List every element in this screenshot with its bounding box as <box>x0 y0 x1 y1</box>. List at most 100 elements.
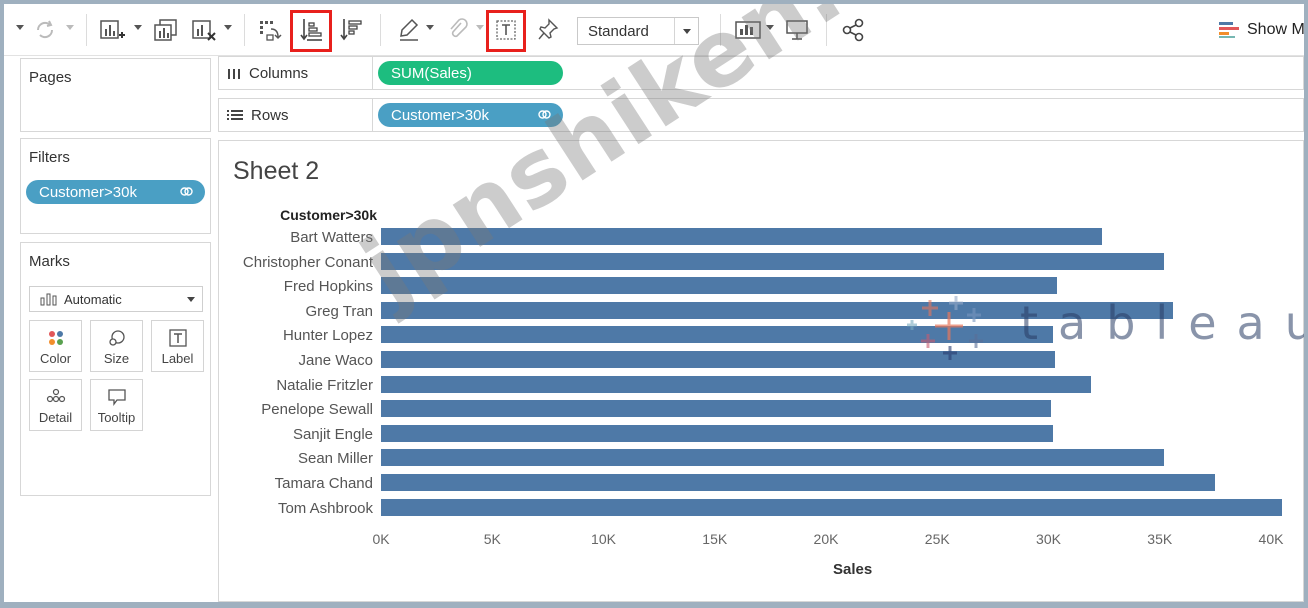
label-label: Label <box>161 351 194 366</box>
set-link-icon <box>180 187 193 196</box>
filter-pill[interactable]: Customer>30k <box>26 180 205 204</box>
mark-type-value: Automatic <box>64 291 122 307</box>
bar[interactable] <box>381 375 1091 393</box>
bar[interactable] <box>381 449 1165 467</box>
x-tick-label: 30K <box>1036 531 1061 547</box>
group-icon[interactable] <box>444 14 472 46</box>
share-icon[interactable] <box>838 14 868 46</box>
label-icon <box>168 329 187 347</box>
worksheet-view: Sheet 2 Customer>30k Sales Bart Watters C… <box>218 140 1304 602</box>
mark-size-value: Standard <box>588 22 649 40</box>
show-me-icon <box>1219 22 1239 38</box>
color-button[interactable]: Color <box>29 320 82 372</box>
rows-pill-label: Customer>30k <box>391 106 489 124</box>
chevron-down-icon[interactable] <box>134 25 142 30</box>
set-link-icon <box>538 110 551 119</box>
refresh-icon[interactable] <box>30 14 60 46</box>
rows-shelf[interactable]: Rows Customer>30k <box>218 98 1304 132</box>
filter-pill-label: Customer>30k <box>39 183 137 201</box>
chevron-down-icon[interactable] <box>224 25 232 30</box>
chevron-down-icon[interactable] <box>66 25 74 30</box>
swap-icon[interactable] <box>254 14 286 46</box>
bar[interactable] <box>381 277 1058 295</box>
mark-size-dropdown[interactable]: Standard <box>577 17 699 45</box>
category-label[interactable]: Bart Watters <box>290 229 373 246</box>
category-label[interactable]: Tamara Chand <box>275 475 373 492</box>
category-label[interactable]: Hunter Lopez <box>283 327 373 344</box>
x-tick-label: 35K <box>1147 531 1173 547</box>
x-tick-label: 40K <box>1258 531 1284 547</box>
tooltip-icon <box>107 389 126 406</box>
pages-card[interactable]: Pages <box>20 58 211 132</box>
bar[interactable] <box>381 351 1056 368</box>
category-label[interactable]: Penelope Sewall <box>261 401 373 418</box>
label-button[interactable]: Label <box>151 320 204 372</box>
show-mark-labels-icon[interactable] <box>492 14 520 46</box>
detail-label: Detail <box>38 410 73 425</box>
detail-button[interactable]: Detail <box>29 379 82 431</box>
duplicate-icon[interactable] <box>150 14 182 46</box>
clear-sheet-icon[interactable] <box>188 14 220 46</box>
x-tick-label: 10K <box>591 531 616 547</box>
category-label[interactable]: Sanjit Engle <box>293 426 373 443</box>
bar[interactable] <box>381 228 1102 245</box>
chevron-down-icon[interactable] <box>766 25 774 30</box>
category-label[interactable]: Sean Miller <box>298 450 373 467</box>
chevron-down-icon[interactable] <box>426 25 434 30</box>
bar[interactable] <box>381 252 1165 270</box>
columns-shelf[interactable]: Columns SUM(Sales) <box>218 56 1304 90</box>
category-label[interactable]: Fred Hopkins <box>284 278 373 295</box>
x-axis-title: Sales <box>833 561 873 578</box>
category-label[interactable]: Tom Ashbrook <box>278 500 373 517</box>
bar[interactable] <box>381 474 1216 491</box>
show-me-button[interactable]: Show M <box>1218 18 1304 42</box>
pin-icon[interactable] <box>534 14 562 46</box>
new-worksheet-icon[interactable] <box>96 14 128 46</box>
chevron-down-icon[interactable] <box>476 25 484 30</box>
mark-type-dropdown[interactable]: Automatic <box>29 286 203 312</box>
rows-icon <box>227 110 243 120</box>
category-label[interactable]: Jane Waco <box>299 352 373 369</box>
size-icon <box>108 330 125 346</box>
chevron-down-icon[interactable] <box>16 25 24 30</box>
x-tick-label: 0K <box>372 531 390 547</box>
category-label[interactable]: Christopher Conant <box>243 254 373 271</box>
bar[interactable] <box>381 400 1051 418</box>
x-tick-label: 5K <box>483 531 501 547</box>
columns-pill-label: SUM(Sales) <box>391 64 472 82</box>
detail-icon <box>46 388 65 403</box>
category-label[interactable]: Natalie Fritzler <box>276 377 373 394</box>
tooltip-button[interactable]: Tooltip <box>90 379 143 431</box>
columns-icon <box>227 67 241 79</box>
rows-pill[interactable]: Customer>30k <box>378 103 563 127</box>
size-label: Size <box>103 351 130 366</box>
sort-ascending-icon[interactable] <box>296 14 326 46</box>
color-icon <box>48 331 63 345</box>
color-label: Color <box>39 351 72 366</box>
highlight-icon[interactable] <box>394 14 424 46</box>
x-tick-label: 20K <box>813 531 839 547</box>
rows-shelf-header: Rows <box>219 99 373 131</box>
presentation-icon[interactable] <box>782 14 812 46</box>
columns-pill[interactable]: SUM(Sales) <box>378 61 563 85</box>
size-button[interactable]: Size <box>90 320 143 372</box>
sort-descending-icon[interactable] <box>336 14 366 46</box>
row-header: Customer>30k <box>280 207 377 223</box>
marks-card: Marks Automatic Color Size Label Detail … <box>20 242 211 496</box>
bar[interactable] <box>381 301 1174 319</box>
chevron-down-icon[interactable] <box>674 18 698 44</box>
rows-label: Rows <box>251 106 289 124</box>
columns-shelf-header: Columns <box>219 57 373 89</box>
filters-card[interactable]: Filters Customer>30k <box>20 138 211 234</box>
tooltip-label: Tooltip <box>97 410 136 425</box>
x-tick-label: 15K <box>702 531 728 547</box>
bar[interactable] <box>381 498 1283 516</box>
sheet-title: Sheet 2 <box>233 157 320 185</box>
category-label[interactable]: Greg Tran <box>305 303 373 320</box>
columns-label: Columns <box>249 64 309 82</box>
tableau-window: Standard Show M Pages Filters Customer>3… <box>4 4 1304 602</box>
bar[interactable] <box>381 424 1053 442</box>
x-tick-label: 25K <box>924 531 950 547</box>
bar[interactable] <box>381 326 1053 344</box>
fit-icon[interactable] <box>732 14 764 46</box>
